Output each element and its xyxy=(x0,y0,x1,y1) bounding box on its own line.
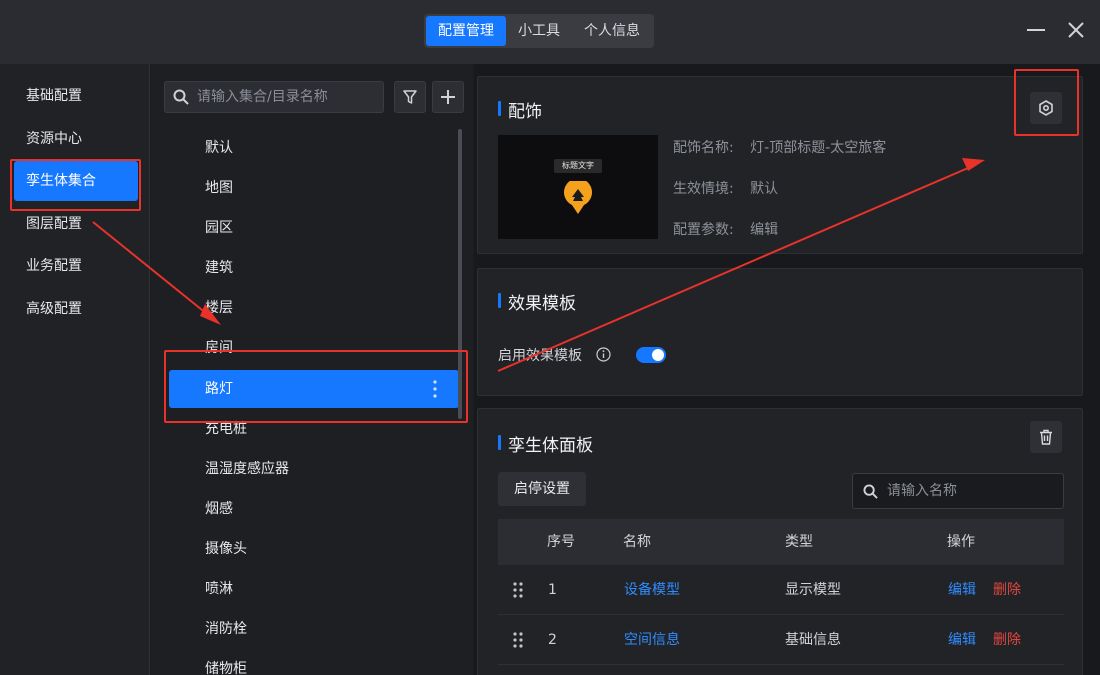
row-edit-link[interactable]: 编辑 xyxy=(948,615,976,665)
drag-handle-icon[interactable] xyxy=(512,631,524,649)
nav-item-basic-config[interactable]: 基础配置 xyxy=(14,76,138,116)
column-header-actions: 操作 xyxy=(947,534,975,550)
list-item[interactable]: 楼层 xyxy=(169,289,459,327)
decoration-name-label: 配饰名称: xyxy=(673,140,734,156)
twin-search-input[interactable] xyxy=(887,474,1057,508)
nav-item-business-config[interactable]: 业务配置 xyxy=(14,246,138,286)
info-icon[interactable] xyxy=(596,347,611,362)
top-bar: 配置管理 小工具 个人信息 xyxy=(0,0,1100,64)
detail-area: 配饰 标题文字 配饰名称: 灯-顶部标题-太空旅客 生效情境: 默认 配置参数:… xyxy=(474,64,1100,675)
twin-panel: 孪生体面板 启停设置 序号 名称 类型 操作 1 xyxy=(477,408,1083,675)
column-header-type: 类型 xyxy=(785,534,813,550)
effective-scene-label: 生效情境: xyxy=(673,181,734,197)
drag-handle-icon[interactable] xyxy=(512,581,524,599)
more-icon[interactable] xyxy=(433,380,437,398)
decoration-title: 配饰 xyxy=(498,97,542,122)
effect-template-title: 效果模板 xyxy=(498,289,576,314)
list-item[interactable]: 消防栓 xyxy=(169,610,459,648)
add-button[interactable] xyxy=(432,81,464,113)
enable-effect-toggle[interactable] xyxy=(636,347,666,363)
twin-panel-title: 孪生体面板 xyxy=(498,431,593,456)
collection-search xyxy=(164,81,384,113)
tab-config-management[interactable]: 配置管理 xyxy=(426,16,506,46)
location-pin-icon xyxy=(564,181,592,214)
list-item[interactable]: 默认 xyxy=(169,129,459,167)
nav-item-resource-center[interactable]: 资源中心 xyxy=(14,119,138,159)
nav-item-advanced-config[interactable]: 高级配置 xyxy=(14,289,138,329)
list-item[interactable]: 建筑 xyxy=(169,249,459,287)
plus-icon xyxy=(441,90,455,104)
collection-list-panel: 默认 地图 园区 建筑 楼层 房间 路灯 充电桩 温湿度感应器 烟感 摄像头 喷… xyxy=(151,64,473,675)
column-header-name: 名称 xyxy=(623,534,651,550)
delete-panel-button[interactable] xyxy=(1030,421,1062,453)
toggle-settings-button[interactable]: 启停设置 xyxy=(498,472,586,506)
nav-item-twin-collection[interactable]: 孪生体集合 xyxy=(14,161,138,201)
table-row: 2 空间信息 基础信息 编辑 删除 xyxy=(498,615,1064,665)
tab-personal-info[interactable]: 个人信息 xyxy=(572,16,652,46)
config-params-edit-link[interactable]: 编辑 xyxy=(750,222,778,238)
list-item[interactable]: 储物柜 xyxy=(169,650,459,675)
list-item[interactable]: 房间 xyxy=(169,329,459,367)
decoration-name-value: 灯-顶部标题-太空旅客 xyxy=(750,140,887,156)
search-icon xyxy=(173,89,189,105)
row-index: 1 xyxy=(548,582,557,598)
row-index: 2 xyxy=(548,632,557,648)
table-row: 1 设备模型 显示模型 编辑 删除 xyxy=(498,565,1064,615)
row-delete-link[interactable]: 删除 xyxy=(993,565,1021,615)
decoration-thumbnail: 标题文字 xyxy=(498,135,658,239)
gear-icon xyxy=(1039,100,1053,116)
nav-item-layer-config[interactable]: 图层配置 xyxy=(14,204,138,244)
filter-button[interactable] xyxy=(394,81,426,113)
thumbnail-label: 标题文字 xyxy=(554,159,602,173)
row-edit-link[interactable]: 编辑 xyxy=(948,565,976,615)
decoration-panel: 配饰 标题文字 配饰名称: 灯-顶部标题-太空旅客 生效情境: 默认 配置参数:… xyxy=(477,76,1083,254)
tab-tools[interactable]: 小工具 xyxy=(506,16,572,46)
column-header-index: 序号 xyxy=(547,534,575,550)
list-item[interactable]: 园区 xyxy=(169,209,459,247)
list-item[interactable]: 摄像头 xyxy=(169,530,459,568)
list-scrollbar[interactable] xyxy=(458,129,462,419)
table-header: 序号 名称 类型 操作 xyxy=(498,519,1064,565)
minimize-icon[interactable] xyxy=(1027,29,1045,31)
close-icon[interactable] xyxy=(1066,20,1086,40)
row-type: 显示模型 xyxy=(785,582,841,598)
main-tabs: 配置管理 小工具 个人信息 xyxy=(424,14,654,48)
collection-search-input[interactable] xyxy=(197,82,377,112)
effect-template-panel: 效果模板 启用效果模板 xyxy=(477,268,1083,396)
filter-icon xyxy=(403,90,417,104)
trash-icon xyxy=(1040,429,1052,445)
search-icon xyxy=(863,484,878,499)
list-item[interactable]: 充电桩 xyxy=(169,410,459,448)
row-type: 基础信息 xyxy=(785,632,841,648)
list-item[interactable]: 喷淋 xyxy=(169,570,459,608)
row-name-link[interactable]: 设备模型 xyxy=(624,565,680,615)
settings-button[interactable] xyxy=(1030,92,1062,124)
list-item-label: 路灯 xyxy=(205,381,233,397)
list-item-selected[interactable]: 路灯 xyxy=(169,370,459,408)
list-item[interactable]: 烟感 xyxy=(169,490,459,528)
config-params-label: 配置参数: xyxy=(673,222,734,238)
list-item[interactable]: 温湿度感应器 xyxy=(169,450,459,488)
effective-scene-value: 默认 xyxy=(750,181,779,197)
row-name-link[interactable]: 空间信息 xyxy=(624,615,680,665)
row-delete-link[interactable]: 删除 xyxy=(993,615,1021,665)
twin-search xyxy=(852,473,1064,509)
enable-effect-label: 启用效果模板 xyxy=(498,348,582,364)
left-nav: 基础配置 资源中心 孪生体集合 图层配置 业务配置 高级配置 xyxy=(0,64,150,675)
list-item[interactable]: 地图 xyxy=(169,169,459,207)
